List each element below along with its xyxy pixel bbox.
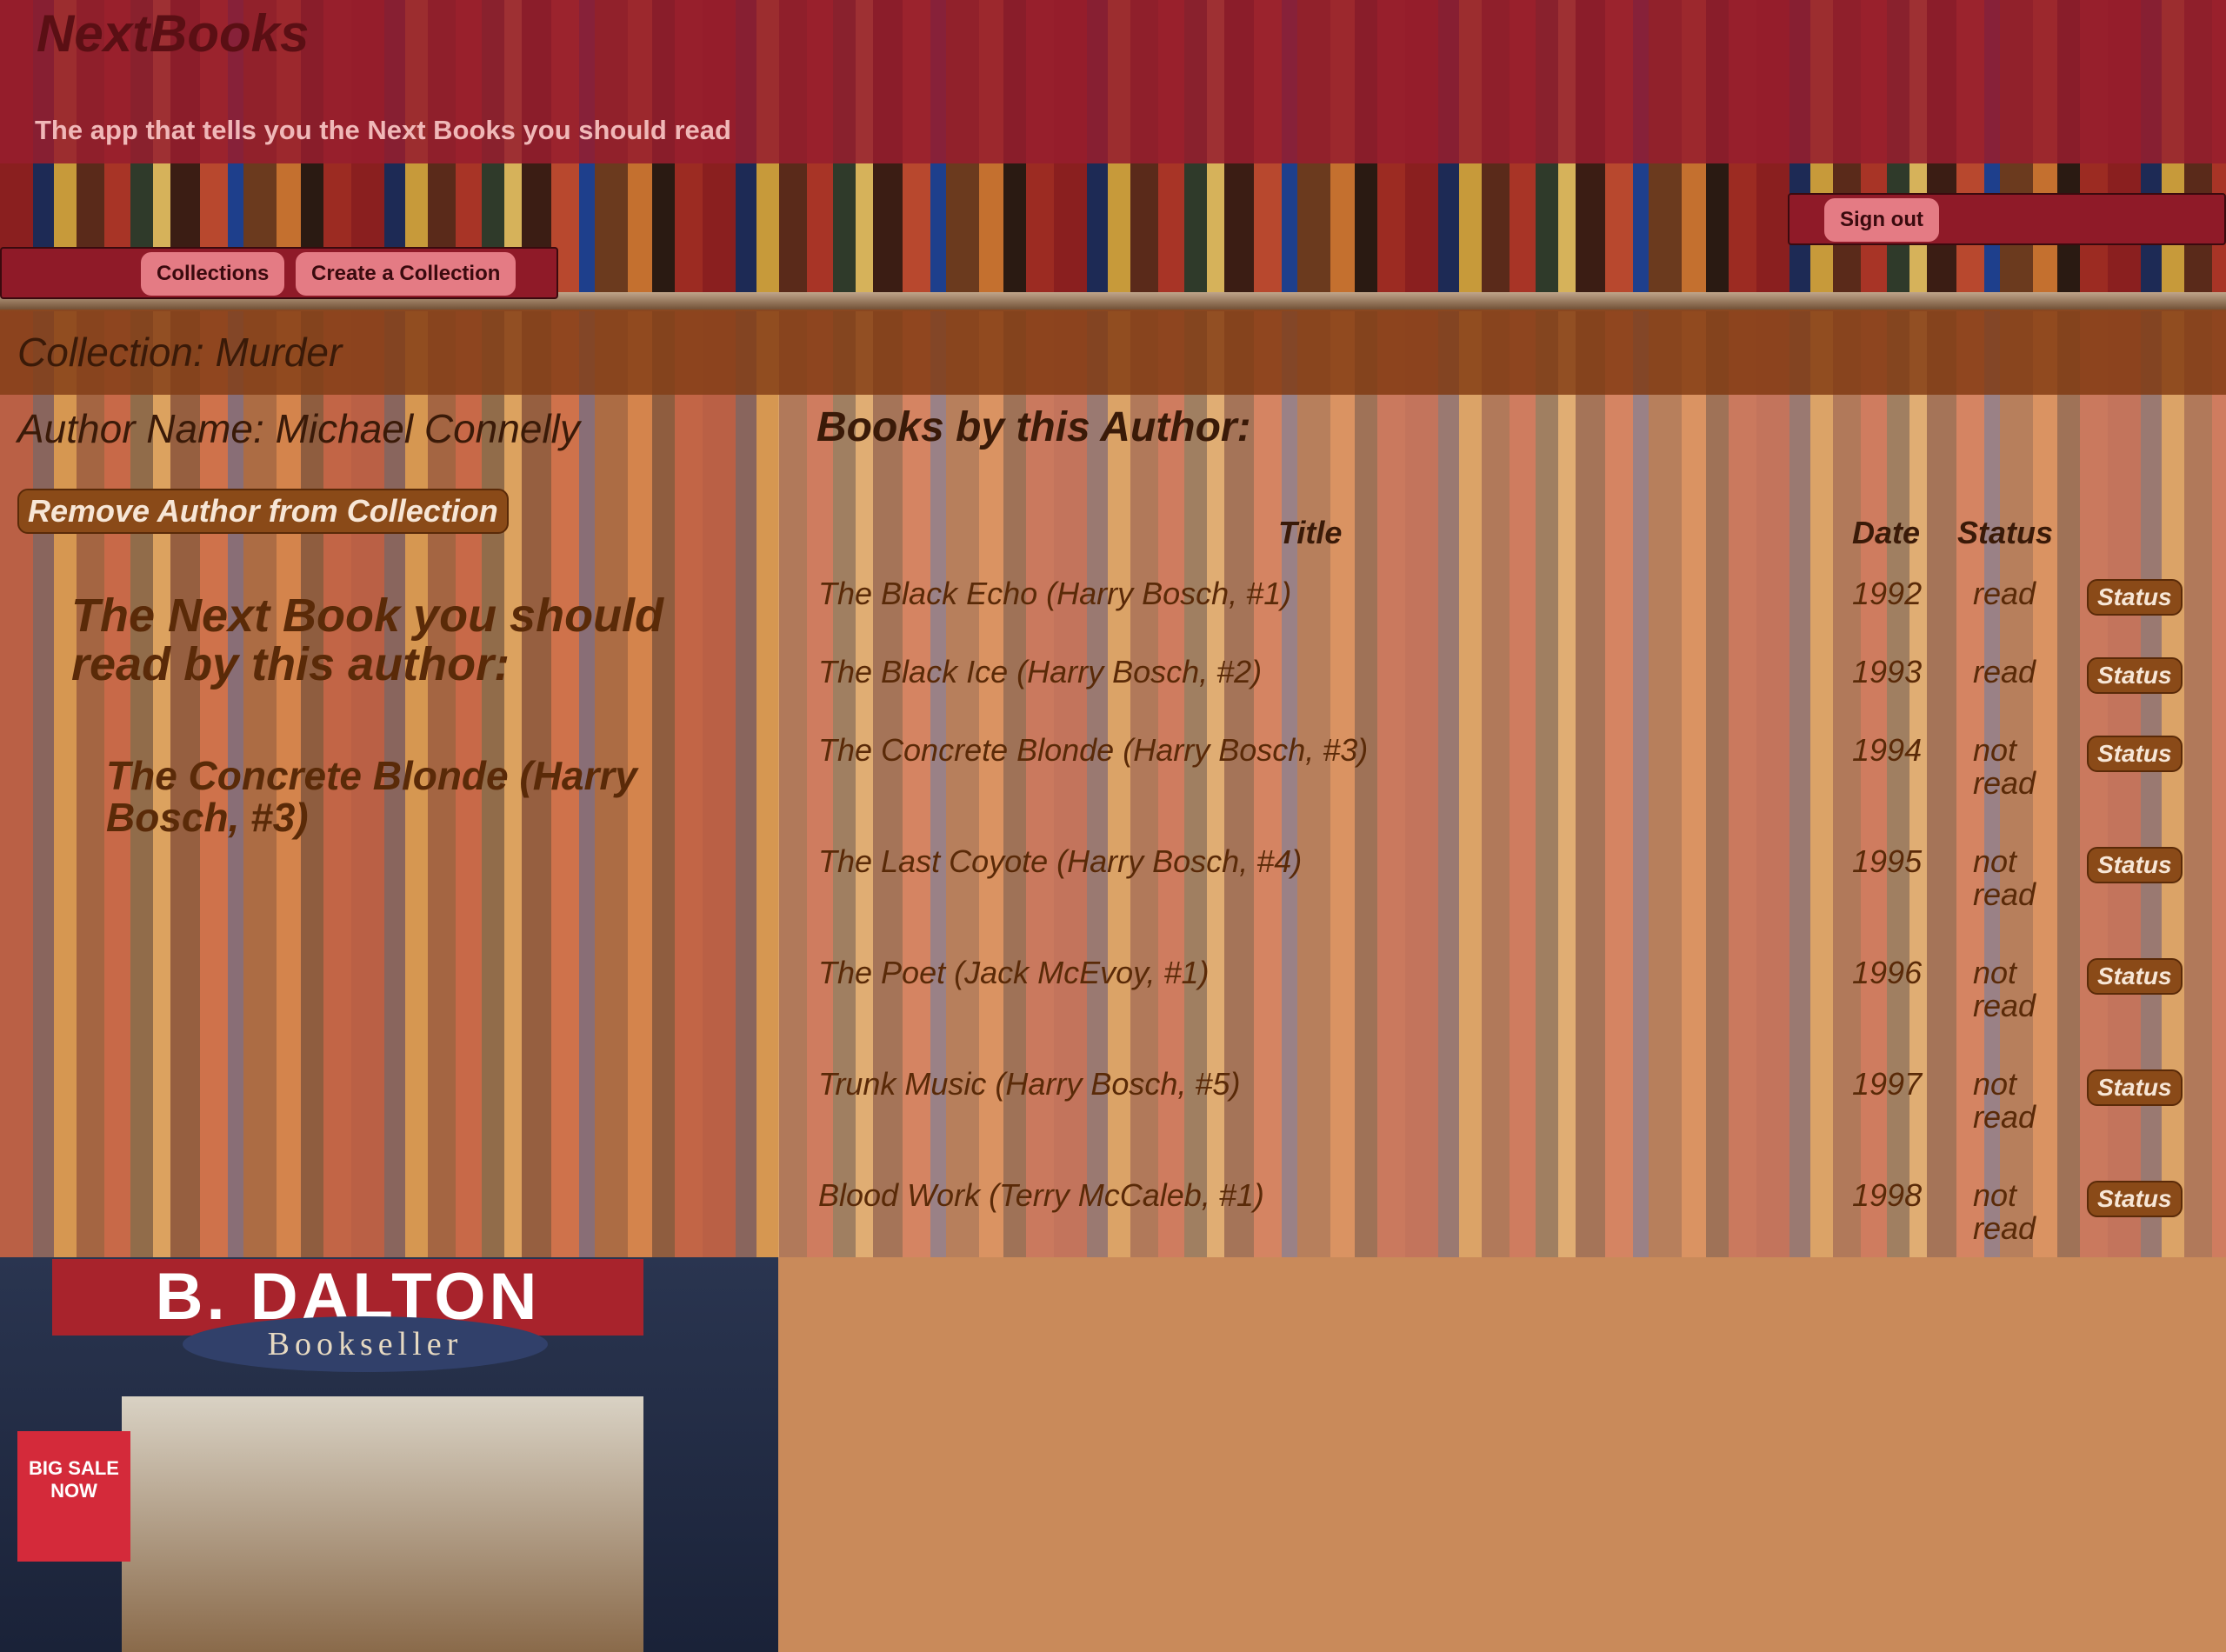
author-name: Author Name: Michael Connelly (17, 406, 580, 451)
table-row: The Last Coyote (Harry Bosch, #4) 1995 n… (778, 845, 2226, 941)
book-title: Blood Work (Terry McCaleb, #1) (818, 1177, 1264, 1213)
main-nav: Collections Create a Collection (0, 247, 558, 299)
book-date: 1996 (1852, 955, 1923, 990)
book-title: Trunk Music (Harry Bosch, #5) (818, 1066, 1241, 1102)
author-panel: Author Name: Michael Connelly Remove Aut… (0, 395, 778, 1652)
book-title: The Concrete Blonde (Harry Bosch, #3) (818, 732, 1369, 768)
book-date: 1993 (1852, 654, 1923, 689)
status-button[interactable]: Status (2087, 579, 2183, 616)
book-status: read (1973, 576, 2036, 611)
store-interior (122, 1396, 643, 1652)
store-subsign: Bookseller (183, 1316, 548, 1372)
collection-title: Collection: Murder (17, 330, 343, 375)
status-button[interactable]: Status (2087, 1069, 2183, 1106)
book-title: The Black Echo (Harry Bosch, #1) (818, 576, 1292, 611)
book-status: not read (1973, 1066, 2036, 1135)
sale-sign: BIG SALE NOW (17, 1431, 130, 1562)
table-row: Blood Work (Terry McCaleb, #1) 1998 not … (778, 1179, 2226, 1275)
book-date: 1992 (1852, 576, 1923, 611)
create-collection-button[interactable]: Create a Collection (296, 252, 517, 296)
book-date: 1994 (1852, 732, 1923, 768)
next-book-heading: The Next Book you should read by this au… (71, 590, 664, 690)
column-header-date: Date (1852, 515, 1921, 550)
book-date: 1997 (1852, 1066, 1923, 1102)
brand-title: NextBooks (37, 4, 310, 63)
table-row: The Concrete Blonde (Harry Bosch, #3) 19… (778, 734, 2226, 829)
app-header: NextBooks The app that tells you the Nex… (0, 0, 2226, 163)
table-row: Trunk Music (Harry Bosch, #5) 1997 not r… (778, 1068, 2226, 1163)
account-nav: Sign out (1788, 193, 2226, 245)
bookstore-photo: B. DALTON Bookseller BIG SALE NOW (0, 1257, 778, 1652)
tagline: The app that tells you the Next Books yo… (35, 115, 731, 145)
book-date: 1995 (1852, 843, 1923, 879)
book-title: The Poet (Jack McEvoy, #1) (818, 955, 1210, 990)
books-panel: Books by this Author: Title Date Status … (778, 395, 2226, 1257)
book-title: The Black Ice (Harry Bosch, #2) (818, 654, 1263, 689)
collections-button[interactable]: Collections (141, 252, 285, 296)
status-button[interactable]: Status (2087, 958, 2183, 995)
column-header-status: Status (1957, 515, 2054, 550)
status-button[interactable]: Status (2087, 847, 2183, 883)
book-title: The Last Coyote (Harry Bosch, #4) (818, 843, 1303, 879)
table-row: The Poet (Jack McEvoy, #1) 1996 not read… (778, 956, 2226, 1052)
book-status: not read (1973, 843, 2036, 912)
status-button[interactable]: Status (2087, 1181, 2183, 1217)
book-status: read (1973, 654, 2036, 689)
book-status: not read (1973, 732, 2036, 801)
next-book-title: The Concrete Blonde (Harry Bosch, #3) (106, 753, 637, 840)
status-button[interactable]: Status (2087, 736, 2183, 772)
status-button[interactable]: Status (2087, 657, 2183, 694)
book-status: not read (1973, 1177, 2036, 1246)
column-header-title: Title (1278, 515, 1343, 550)
sign-out-button[interactable]: Sign out (1824, 198, 1939, 242)
book-date: 1998 (1852, 1177, 1923, 1213)
collection-header: Collection: Murder (0, 310, 2226, 395)
books-heading: Books by this Author: (816, 404, 1251, 450)
remove-author-button[interactable]: Remove Author from Collection (17, 489, 509, 534)
book-status: not read (1973, 955, 2036, 1023)
